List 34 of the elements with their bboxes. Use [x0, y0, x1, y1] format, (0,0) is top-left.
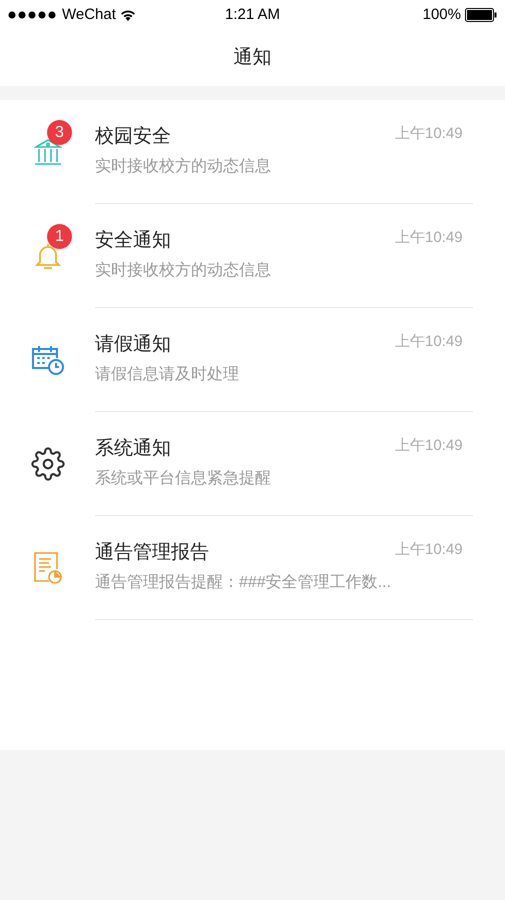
item-time: 上午10:49: [395, 332, 464, 352]
page-title: 通知: [234, 46, 272, 70]
item-title: 系统通知: [95, 437, 172, 461]
item-time: 上午10:49: [395, 540, 464, 560]
item-subtitle: 通告管理报告提醒：###安全管理工作数...: [95, 572, 392, 593]
item-subtitle: 系统或平台信息紧急提醒: [95, 468, 272, 489]
battery-icon: [465, 8, 497, 22]
wifi-icon: [120, 9, 136, 21]
unread-badge: 3: [47, 120, 72, 145]
item-title: 安全通知: [95, 229, 172, 253]
carrier-name: WeChat: [62, 4, 116, 25]
item-time: 上午10:49: [395, 124, 464, 144]
notification-item[interactable]: 请假通知 请假信息请及时处理 上午10:49: [0, 308, 505, 412]
item-subtitle: 请假信息请及时处理: [95, 364, 240, 385]
item-time: 上午10:49: [395, 228, 464, 248]
bank-icon: [34, 139, 62, 165]
battery-level: 100%: [422, 4, 461, 25]
item-title: 请假通知: [95, 333, 172, 357]
item-subtitle: 实时接收校方的动态信息: [95, 156, 272, 177]
notification-item[interactable]: 通告管理报告 通告管理报告提醒：###安全管理工作数... 上午10:49: [0, 516, 505, 620]
bell-icon: [34, 242, 60, 270]
item-title: 校园安全: [95, 125, 172, 149]
report-icon: [32, 551, 62, 585]
signal-icon: [8, 11, 58, 19]
notification-item[interactable]: 3 校园安全 实时接收校方的动态信息 上午10:49: [0, 100, 505, 204]
unread-badge: 1: [47, 224, 72, 249]
item-title: 通告管理报告: [95, 541, 210, 565]
settings-icon: [30, 447, 64, 481]
item-time: 上午10:49: [395, 436, 464, 456]
notification-item[interactable]: 1 安全通知 实时接收校方的动态信息 上午10:49: [0, 204, 505, 308]
notification-item[interactable]: 系统通知 系统或平台信息紧急提醒 上午10:49: [0, 412, 505, 516]
calendar-clock-icon: [30, 344, 64, 376]
item-subtitle: 实时接收校方的动态信息: [95, 260, 272, 281]
status-time: 1:21 AM: [224, 4, 280, 25]
